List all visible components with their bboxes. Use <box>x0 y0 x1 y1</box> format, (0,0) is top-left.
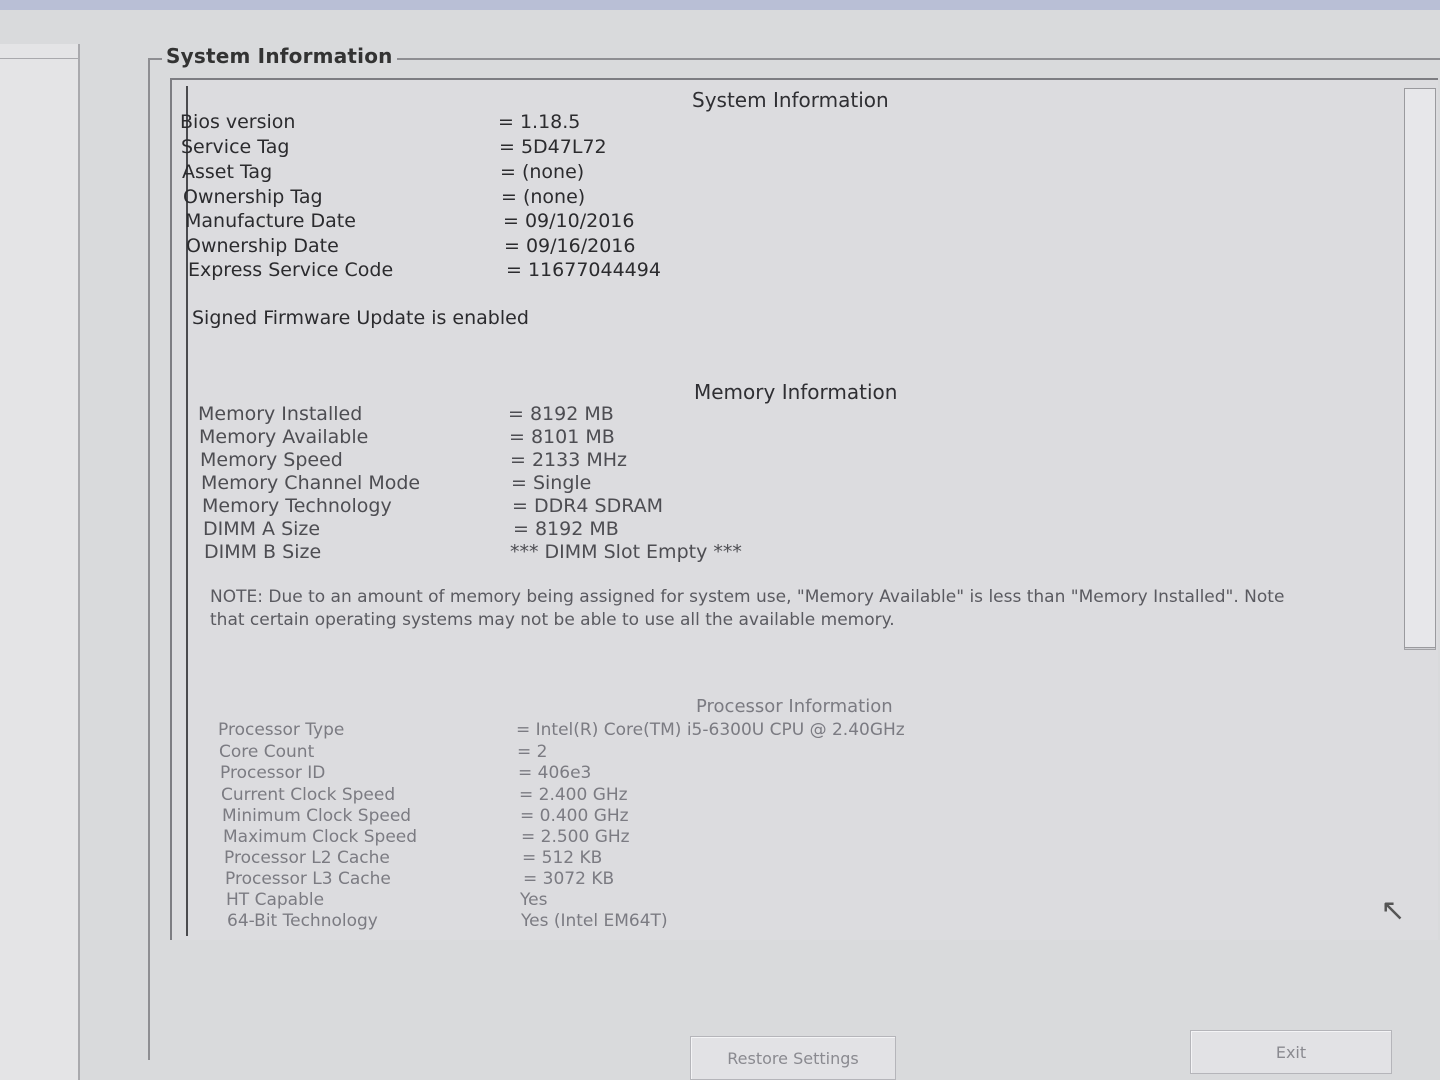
row-label: DIMM B Size <box>204 541 322 563</box>
row-value: = (none) <box>500 161 585 183</box>
row-label: Bios version <box>180 111 296 133</box>
group-title: System Information <box>162 44 397 68</box>
row-value: = 512 KB <box>522 848 603 868</box>
row-value: = 09/10/2016 <box>503 210 635 232</box>
row-value: = (none) <box>501 186 586 208</box>
row-value: = 11677044494 <box>506 259 661 281</box>
row-value: = 0.400 GHz <box>520 806 629 826</box>
firmware-status: Signed Firmware Update is enabled <box>192 307 529 329</box>
memory-note: NOTE: Due to an amount of memory being a… <box>210 587 1285 630</box>
row-label: Core Count <box>219 742 315 762</box>
row-label: Processor L3 Cache <box>225 869 391 889</box>
row-value: = 8101 MB <box>509 426 615 448</box>
memory-info-title: Memory Information <box>694 380 898 404</box>
settings-tree-panel[interactable] <box>0 44 80 1080</box>
row-value: = DDR4 SDRAM <box>512 495 664 517</box>
row-value: = 8192 MB <box>508 403 614 425</box>
row-label: DIMM A Size <box>203 518 321 540</box>
row-value: = 3072 KB <box>523 869 615 889</box>
row-label: Maximum Clock Speed <box>223 827 418 847</box>
row-value: = 2.400 GHz <box>519 785 628 805</box>
row-label: Asset Tag <box>182 161 273 183</box>
row-label: Memory Available <box>199 426 369 448</box>
row-label: Current Clock Speed <box>221 785 396 805</box>
row-label: Processor Type <box>218 720 345 740</box>
row-label: Memory Installed <box>198 403 363 425</box>
row-value: = 2.500 GHz <box>521 827 630 847</box>
row-label: Ownership Date <box>186 235 339 257</box>
exit-button[interactable]: Exit <box>1190 1030 1392 1074</box>
row-value: = 406e3 <box>518 763 592 783</box>
row-value: = 1.18.5 <box>498 111 581 133</box>
restore-settings-button[interactable]: Restore Settings <box>690 1036 896 1080</box>
row-value: = Single <box>511 472 592 494</box>
row-label: Processor ID <box>220 763 326 783</box>
system-info-title: System Information <box>692 88 889 112</box>
scrollbar-thumb[interactable] <box>1404 88 1436 648</box>
processor-info-title: Processor Information <box>696 696 893 717</box>
row-value: = 8192 MB <box>513 518 619 540</box>
row-label: HT Capable <box>226 890 325 910</box>
top-bar <box>0 0 1440 10</box>
row-label: Memory Technology <box>202 495 392 517</box>
row-value: = 09/16/2016 <box>504 235 636 257</box>
pointer-cursor-icon: ↖ <box>1380 893 1406 928</box>
row-label: Service Tag <box>181 136 290 158</box>
row-label: Processor L2 Cache <box>224 848 390 868</box>
row-value: Yes <box>520 890 548 910</box>
row-label: Minimum Clock Speed <box>222 806 412 826</box>
row-label: Memory Channel Mode <box>201 472 421 494</box>
row-label: Ownership Tag <box>183 186 323 208</box>
row-label: 64-Bit Technology <box>227 911 378 931</box>
row-value: = 5D47L72 <box>499 136 607 158</box>
row-value: = 2 <box>517 742 548 762</box>
row-label: Manufacture Date <box>185 210 356 232</box>
row-value: = 2133 MHz <box>510 449 628 471</box>
row-label: Memory Speed <box>200 449 343 471</box>
row-value: *** DIMM Slot Empty *** <box>510 541 742 563</box>
row-value: Yes (Intel EM64T) <box>521 911 668 931</box>
row-value: = Intel(R) Core(TM) i5-6300U CPU @ 2.40G… <box>516 720 905 740</box>
row-label: Express Service Code <box>188 259 394 281</box>
